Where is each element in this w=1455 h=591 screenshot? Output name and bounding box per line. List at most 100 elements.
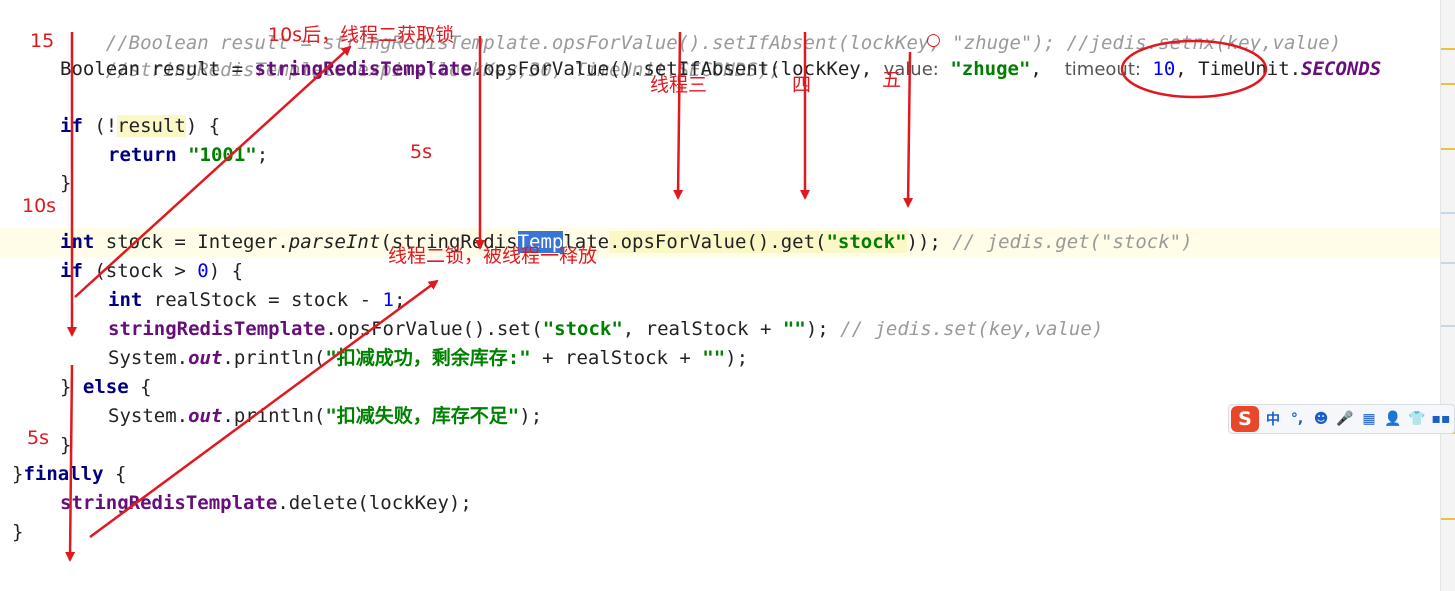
code-line-12[interactable]: stringRedisTemplate.opsForValue().set("s… — [108, 315, 1103, 344]
field-ref: stringRedisTemplate — [108, 318, 326, 340]
code-line-16[interactable]: } — [60, 431, 71, 460]
string-literal: "1001" — [188, 144, 257, 166]
code-line-3[interactable]: Boolean result = stringRedisTemplate.ops… — [60, 55, 1381, 84]
code-line-6[interactable]: return "1001"; — [108, 141, 268, 170]
code-text: ); — [725, 347, 749, 369]
code-text: , — [1030, 58, 1054, 80]
annotation-thread2-release: 线程二锁，被线程一释放 — [388, 245, 598, 267]
annotation-10s: 10s — [22, 195, 57, 217]
error-stripe-mark[interactable] — [1441, 148, 1455, 150]
skin-shirt-icon[interactable]: 👕 — [1407, 409, 1427, 429]
code-text: } — [12, 521, 24, 543]
code-text: } — [60, 376, 83, 398]
error-stripe-mark[interactable] — [1441, 518, 1455, 520]
code-text: .delete(lockKey); — [277, 492, 472, 514]
string-literal: "扣减失败，库存不足" — [325, 405, 520, 427]
string-literal: "zhuge" — [950, 58, 1031, 80]
code-text: .opsForValue().get( — [609, 231, 827, 253]
string-literal: "" — [702, 347, 726, 369]
code-text: realStock = stock - — [142, 289, 383, 311]
code-text: } — [60, 172, 72, 194]
comment: // jedis.get("stock") — [952, 231, 1193, 253]
sogou-logo-icon[interactable]: S — [1231, 406, 1259, 432]
error-stripe-mark[interactable] — [1441, 48, 1455, 50]
ime-toolbar[interactable]: S 中 °, ☻ 🎤 ▦ 👤 👕 ▪▪ — [1228, 404, 1455, 434]
code-text: .println( — [222, 405, 326, 427]
method-call: parseInt — [288, 231, 381, 253]
keyword: if — [60, 260, 83, 282]
keyword: else — [82, 376, 129, 398]
code-text: System. — [108, 347, 189, 369]
error-stripe-mark[interactable] — [1441, 212, 1455, 214]
code-text: ; — [394, 289, 406, 311]
toolbox-grid-icon[interactable]: ▪▪ — [1431, 409, 1451, 429]
code-text: { — [103, 463, 127, 485]
number-literal: 1 — [382, 289, 394, 311]
code-line-7[interactable]: } — [60, 169, 71, 198]
code-line-10[interactable]: if (stock > 0) { — [60, 257, 243, 286]
code-text: System. — [108, 405, 189, 427]
code-text: )); — [906, 231, 941, 253]
code-text: stock = Integer. — [94, 231, 289, 253]
code-line-1[interactable]: //Boolean result = stringRedisTemplate.o… — [60, 0, 1341, 54]
error-stripe-mark[interactable] — [1441, 83, 1455, 85]
code-text: ; — [256, 144, 269, 166]
keyword: finally — [23, 463, 104, 485]
annotation-5s-mid: 5s — [410, 141, 432, 163]
comment: // jedis.set(key,value) — [840, 318, 1104, 340]
annotation-thread5: 五 — [882, 69, 902, 91]
code-text: ) { — [185, 115, 221, 137]
keyword: int — [108, 289, 143, 311]
code-text: ) { — [208, 260, 244, 282]
code-text: (! — [82, 115, 118, 137]
field-ref: stringRedisTemplate — [254, 58, 472, 80]
annotation-thread2-acquire: 10s后，线程二获取锁 — [268, 24, 455, 46]
annotation-thread3: 线程三 — [650, 74, 708, 96]
punctuation-icon[interactable]: °, — [1287, 409, 1307, 429]
keyword: if — [60, 115, 83, 137]
code-line-17[interactable]: }finally { — [12, 460, 126, 489]
code-text: { — [128, 376, 152, 398]
string-literal: "" — [782, 318, 806, 340]
field-ref: out — [188, 405, 223, 427]
annotation-5s-left: 5s — [27, 427, 49, 449]
chinese-mode-icon[interactable]: 中 — [1263, 409, 1283, 429]
number-literal: 10 — [1152, 58, 1176, 80]
editor-scrollbar[interactable] — [1440, 0, 1455, 591]
string-literal: "stock" — [826, 231, 907, 253]
code-line-15[interactable]: System.out.println("扣减失败，库存不足"); — [108, 402, 542, 431]
param-hint: timeout: — [1064, 59, 1141, 80]
code-text: .opsForValue().set( — [325, 318, 543, 340]
code-line-19[interactable]: } — [12, 518, 23, 547]
emoji-icon[interactable]: ☻ — [1311, 409, 1331, 429]
code-text: Boolean result = — [60, 58, 255, 80]
code-text: } — [12, 463, 24, 485]
code-line-5[interactable]: if (!result) { — [60, 112, 220, 141]
code-line-18[interactable]: stringRedisTemplate.delete(lockKey); — [60, 489, 472, 518]
number-literal: 0 — [197, 260, 209, 282]
keyword: return — [108, 144, 177, 166]
code-text: ); — [805, 318, 829, 340]
code-text: , realStock + — [622, 318, 783, 340]
code-line-14[interactable]: } else { — [60, 373, 152, 402]
string-literal: "扣减成功，剩余库存:" — [325, 347, 531, 369]
code-line-13[interactable]: System.out.println("扣减成功，剩余库存:" + realSt… — [108, 344, 748, 373]
code-text: (stock > — [82, 260, 198, 282]
keyword: int — [60, 231, 95, 253]
field-ref: out — [188, 347, 223, 369]
error-stripe-mark[interactable] — [1441, 325, 1455, 327]
annotation-thread4: 四 — [792, 74, 812, 96]
string-literal: "stock" — [542, 318, 623, 340]
user-icon[interactable]: 👤 — [1383, 409, 1403, 429]
variable: result — [117, 115, 186, 137]
code-line-9[interactable]: int stock = Integer.parseInt(stringRedis… — [60, 228, 1193, 257]
code-editor[interactable]: //Boolean result = stringRedisTemplate.o… — [0, 0, 1440, 591]
microphone-icon[interactable]: 🎤 — [1335, 409, 1355, 429]
code-text: + realStock + — [530, 347, 703, 369]
error-stripe-mark[interactable] — [1441, 262, 1455, 264]
code-text: ); — [519, 405, 543, 427]
code-text: .println( — [222, 347, 326, 369]
code-line-11[interactable]: int realStock = stock - 1; — [108, 286, 405, 315]
keyboard-icon[interactable]: ▦ — [1359, 409, 1379, 429]
annotation-15: 15 — [30, 30, 55, 52]
